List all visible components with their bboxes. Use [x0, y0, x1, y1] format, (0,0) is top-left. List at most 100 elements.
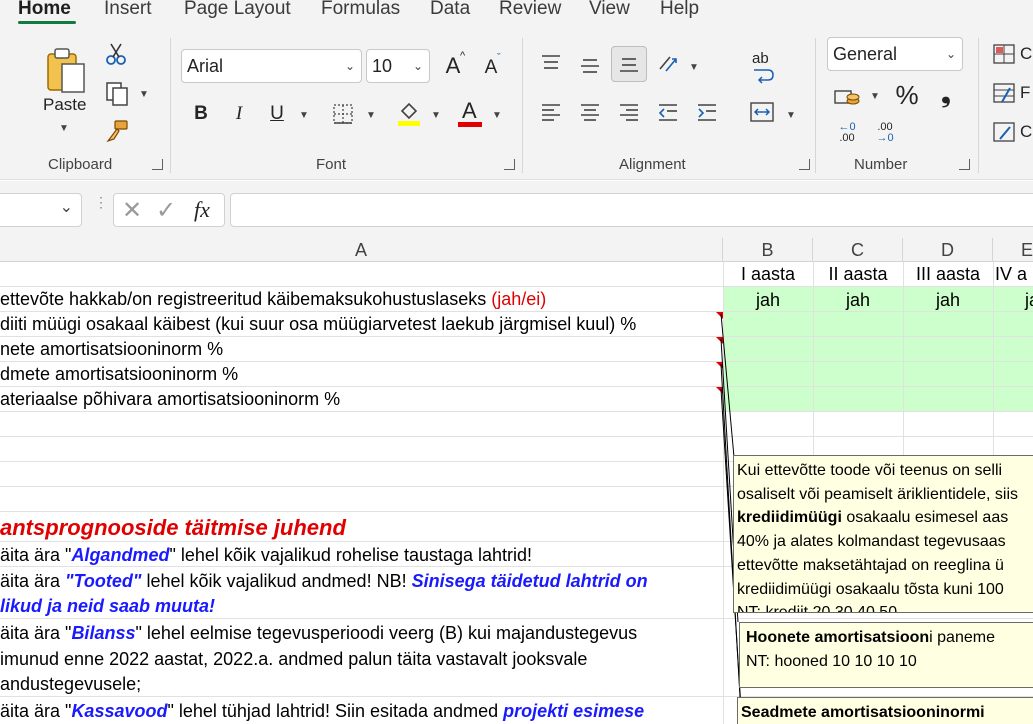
- align-left-button[interactable]: [538, 100, 564, 126]
- formula-input[interactable]: [230, 193, 1033, 227]
- copy-dropdown-icon[interactable]: ▼: [139, 89, 149, 100]
- guide-step-3[interactable]: äita ära "Bilanss" lehel eelmise tegevus…: [0, 623, 722, 644]
- comment-text: i paneme: [929, 629, 995, 646]
- accounting-dropdown-icon[interactable]: ▼: [870, 91, 880, 102]
- column-header-c[interactable]: C: [813, 238, 903, 262]
- comment-buildings-depreciation[interactable]: Hoonete amortisatsiooni paneme NT: hoone…: [739, 622, 1033, 688]
- tab-review[interactable]: Review: [499, 0, 561, 20]
- comment-equipment-depreciation[interactable]: Seadmete amortisatsiooninormi: [737, 697, 1033, 724]
- column-header-a[interactable]: A: [0, 238, 723, 262]
- tab-help[interactable]: Help: [660, 0, 699, 20]
- font-name-select[interactable]: Arial ⌄: [181, 49, 362, 83]
- tab-page-layout[interactable]: Page Layout: [184, 0, 291, 20]
- cell-a-buildings-depreciation[interactable]: nete amortisatsiooninorm %: [0, 339, 722, 360]
- format-as-table-button[interactable]: F: [992, 81, 1033, 105]
- underline-button[interactable]: U: [265, 100, 289, 128]
- scissors-icon: [106, 43, 126, 65]
- borders-dropdown-icon[interactable]: ▼: [366, 110, 376, 121]
- font-launcher-icon[interactable]: [504, 159, 515, 170]
- guide-step-2-cont[interactable]: likud ja neid saab muuta!: [0, 596, 722, 617]
- guide-step-4[interactable]: äita ära "Kassavood" lehel tühjad lahtri…: [0, 701, 722, 722]
- underline-dropdown-icon[interactable]: ▼: [299, 110, 309, 121]
- insert-function-button[interactable]: fx: [194, 197, 210, 223]
- number-format-select[interactable]: General ⌄: [827, 37, 963, 71]
- fill-color-button[interactable]: [395, 98, 423, 128]
- vat-cell[interactable]: jah: [903, 288, 993, 312]
- wrap-text-label: ab: [752, 50, 769, 67]
- cell-styles-button[interactable]: C: [992, 120, 1033, 144]
- vat-cell[interactable]: jah: [813, 288, 903, 312]
- bold-button[interactable]: B: [188, 100, 214, 128]
- align-middle-button[interactable]: [577, 52, 603, 78]
- year-header: IV a: [995, 264, 1028, 284]
- column-header-b[interactable]: B: [723, 238, 813, 262]
- comment-credit-sales[interactable]: Kui ettevõtte toode või teenus on selli …: [733, 455, 1033, 613]
- orientation-button[interactable]: [655, 50, 681, 76]
- merge-dropdown-icon[interactable]: ▼: [786, 110, 796, 121]
- tab-data[interactable]: Data: [430, 0, 470, 20]
- wrap-text-button[interactable]: ab: [746, 50, 780, 84]
- alignment-launcher-icon[interactable]: [799, 159, 810, 170]
- comma-style-button[interactable]: ❟: [934, 80, 958, 110]
- orientation-dropdown-icon[interactable]: ▼: [689, 62, 699, 73]
- cell-a-intangible-depreciation[interactable]: ateriaalse põhivara amortisatsiooninorm …: [0, 389, 722, 410]
- formula-bar-grip-icon[interactable]: ⋮: [94, 195, 108, 209]
- align-middle-icon: [581, 59, 599, 73]
- chevron-down-icon[interactable]: ⌄: [60, 197, 73, 217]
- tab-insert[interactable]: Insert: [104, 0, 152, 20]
- cell-a-vat-question[interactable]: ettevõte hakkab/on registreeritud käibem…: [0, 289, 722, 310]
- decrease-decimal-button[interactable]: .00 →0: [870, 118, 900, 148]
- decrease-indent-icon: [658, 104, 677, 121]
- group-divider: [815, 38, 816, 173]
- vat-cell[interactable]: jah: [723, 288, 813, 312]
- font-color-dropdown-icon[interactable]: ▼: [492, 110, 502, 121]
- column-header-e[interactable]: E: [993, 238, 1033, 262]
- copy-button[interactable]: [103, 80, 131, 108]
- conditional-formatting-button[interactable]: C: [992, 42, 1033, 66]
- italic-button[interactable]: I: [227, 100, 251, 128]
- increase-decimal-line2: .00: [839, 132, 855, 144]
- percent-style-button[interactable]: %: [892, 80, 922, 110]
- vat-cell[interactable]: ja: [993, 288, 1033, 312]
- guide-step-3-cont2[interactable]: andustegevusele;: [0, 674, 722, 695]
- guide-step-3-cont[interactable]: imunud enne 2022 aastat, 2022.a. andmed …: [0, 649, 722, 670]
- paste-button[interactable]: [40, 42, 90, 100]
- cell-a-equipment-depreciation[interactable]: dmete amortisatsiooninorm %: [0, 364, 722, 385]
- increase-indent-button[interactable]: [694, 100, 720, 126]
- name-box[interactable]: ⌄: [0, 193, 82, 227]
- enter-check-icon[interactable]: ✓: [156, 196, 176, 225]
- accounting-format-button[interactable]: [832, 84, 862, 112]
- orientation-icon: [659, 56, 677, 72]
- font-color-button[interactable]: A: [456, 98, 484, 128]
- guide-step-1[interactable]: äita ära "Algandmed" lehel kõik vajaliku…: [0, 545, 722, 566]
- font-color-swatch: [458, 122, 482, 127]
- paste-dropdown-icon[interactable]: ▼: [59, 123, 69, 134]
- cut-button[interactable]: [103, 40, 129, 68]
- clipboard-group-label: Clipboard: [48, 156, 113, 173]
- tab-view[interactable]: View: [589, 0, 630, 20]
- tab-home[interactable]: Home: [18, 0, 71, 20]
- cell-a-credit-share[interactable]: diiti müügi osakaal käibest (kui suur os…: [0, 314, 722, 335]
- merge-center-button[interactable]: [748, 98, 776, 126]
- guide-title[interactable]: antsprognooside täitmise juhend: [0, 515, 722, 541]
- borders-button[interactable]: [330, 100, 356, 128]
- format-painter-button[interactable]: [103, 117, 131, 145]
- align-bottom-button[interactable]: [611, 46, 647, 82]
- increase-decimal-button[interactable]: ←0 .00: [832, 118, 862, 148]
- decrease-indent-button[interactable]: [655, 100, 681, 126]
- clipboard-launcher-icon[interactable]: [152, 159, 163, 170]
- chevron-down-icon: ⌄: [945, 47, 956, 61]
- align-right-button[interactable]: [616, 100, 642, 126]
- align-top-button[interactable]: [538, 50, 564, 76]
- number-launcher-icon[interactable]: [959, 159, 970, 170]
- paint-bucket-icon: [398, 102, 420, 126]
- cancel-icon[interactable]: ✕: [122, 196, 142, 225]
- tab-formulas[interactable]: Formulas: [321, 0, 400, 20]
- guide-step-2[interactable]: äita ära "Tooted" lehel kõik vajalikud a…: [0, 571, 722, 592]
- ribbon-tabs: Home Insert Page Layout Formulas Data Re…: [0, 0, 1033, 28]
- font-size-select[interactable]: 10 ⌄: [366, 49, 430, 83]
- fill-color-dropdown-icon[interactable]: ▼: [431, 110, 441, 121]
- format-as-table-label: F: [1020, 83, 1031, 102]
- align-center-button[interactable]: [577, 100, 603, 126]
- column-header-d[interactable]: D: [903, 238, 993, 262]
